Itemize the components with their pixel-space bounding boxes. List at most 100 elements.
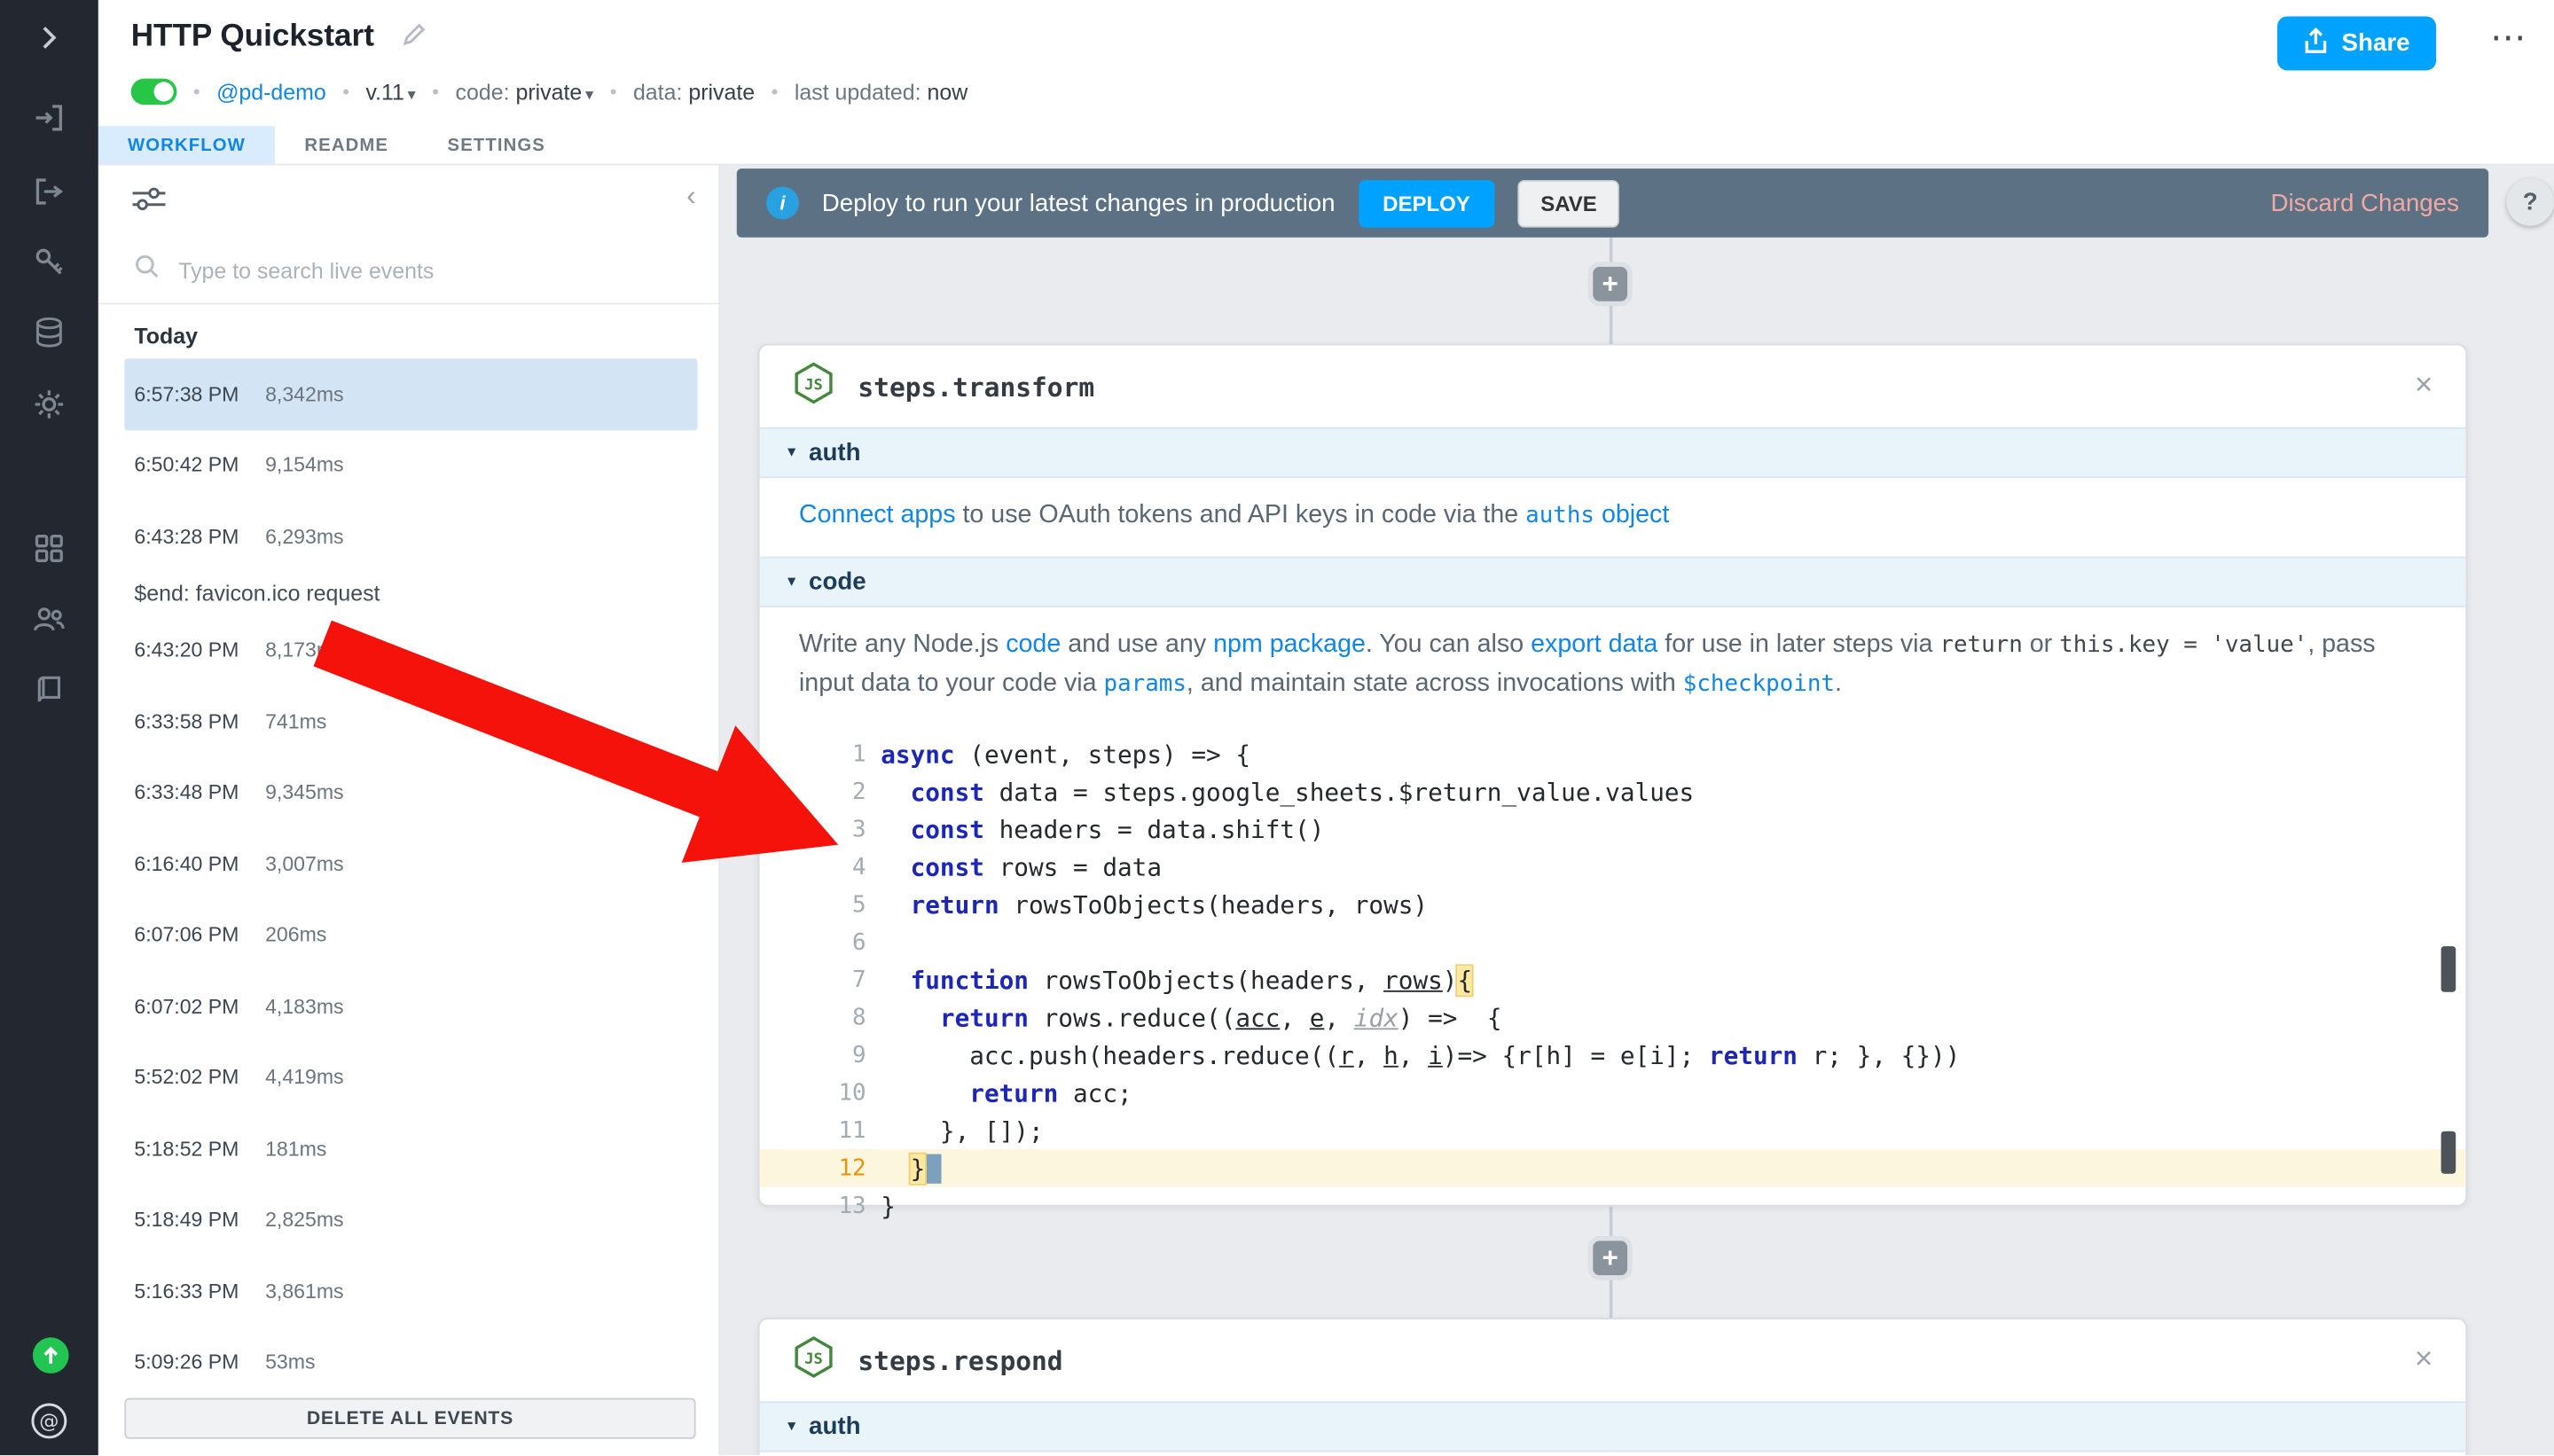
code-line[interactable]: 4 const rows = data <box>760 848 2466 885</box>
owner-link[interactable]: @pd-demo <box>216 80 326 105</box>
account-at-icon[interactable]: @ <box>31 1403 67 1439</box>
editor-scrollbar-thumb[interactable] <box>2441 1131 2456 1174</box>
line-number: 13 <box>760 1193 866 1219</box>
auth-section-header[interactable]: ▾ auth <box>760 427 2466 478</box>
event-duration: 9,345ms <box>265 781 344 804</box>
code-line[interactable]: 11 }, []); <box>760 1112 2466 1149</box>
filter-icon[interactable] <box>131 185 168 223</box>
inline-link[interactable]: npm package <box>1213 630 1366 658</box>
code-line[interactable]: 9 acc.push(headers.reduce((r, h, i)=> {r… <box>760 1037 2466 1074</box>
event-row[interactable]: 6:07:02 PM4,183ms <box>124 971 697 1042</box>
inline-link[interactable]: object <box>1594 501 1669 528</box>
text-segment: or <box>2023 630 2059 658</box>
inline-link[interactable]: export data <box>1531 630 1657 658</box>
code-editor[interactable]: 1async (event, steps) => {2 const data =… <box>760 725 2466 1238</box>
event-sources-icon[interactable] <box>31 174 67 210</box>
workflow-active-toggle[interactable] <box>131 79 177 106</box>
event-row[interactable]: 6:33:58 PM741ms <box>124 686 697 757</box>
inline-link[interactable]: auths <box>1525 503 1594 529</box>
top-header: HTTP Quickstart • @pd-demo • v.11▾ • cod… <box>98 0 2554 165</box>
more-menu-button[interactable]: ⋯ <box>2490 16 2527 59</box>
code-line[interactable]: 10 return acc; <box>760 1074 2466 1111</box>
version-dropdown[interactable]: v.11▾ <box>365 80 415 105</box>
meta-row: • @pd-demo • v.11▾ • code: private▾ • da… <box>131 79 968 106</box>
tab-readme[interactable]: README <box>275 126 418 163</box>
event-time: 6:16:40 PM <box>134 852 265 875</box>
search-input[interactable] <box>176 256 693 284</box>
event-row[interactable]: 6:57:38 PM8,342ms <box>124 358 697 429</box>
deploy-button[interactable]: DEPLOY <box>1358 179 1494 227</box>
code-line[interactable]: 5 return rowsToObjects(headers, rows) <box>760 886 2466 923</box>
event-row[interactable]: 5:09:26 PM53ms <box>124 1327 697 1385</box>
code-line[interactable]: 8 return rows.reduce((acc, e, idx) => { <box>760 998 2466 1036</box>
workflows-icon[interactable] <box>31 100 67 137</box>
event-row[interactable]: 5:18:52 PM181ms <box>124 1113 697 1184</box>
caret-down-icon: ▾ <box>787 1418 795 1436</box>
event-row[interactable]: 6:07:06 PM206ms <box>124 899 697 970</box>
teams-icon[interactable] <box>31 601 67 638</box>
editor-scrollbar-thumb[interactable] <box>2441 946 2456 992</box>
collapse-panel-icon[interactable]: ‹ <box>686 180 695 213</box>
event-row[interactable]: 6:16:40 PM3,007ms <box>124 828 697 899</box>
code-visibility-dropdown[interactable]: code: private▾ <box>456 80 594 105</box>
discard-changes-link[interactable]: Discard Changes <box>2271 189 2459 216</box>
event-time: 5:16:33 PM <box>134 1280 265 1303</box>
search-icon <box>134 254 159 286</box>
code-line[interactable]: 3 const headers = data.shift() <box>760 810 2466 848</box>
code-line[interactable]: 6 <box>760 923 2466 960</box>
status-up-icon[interactable] <box>31 1335 70 1374</box>
event-row[interactable]: 6:33:48 PM9,345ms <box>124 757 697 828</box>
svg-text:JS: JS <box>804 1350 823 1367</box>
event-row[interactable]: 5:16:33 PM3,861ms <box>124 1256 697 1327</box>
event-duration: 53ms <box>265 1351 315 1374</box>
separator-dot: • <box>610 80 617 103</box>
event-search-row <box>98 238 719 305</box>
code-line[interactable]: 12 } <box>760 1149 2466 1186</box>
event-time: 5:18:52 PM <box>134 1138 265 1161</box>
code-line[interactable]: 2 const data = steps.google_sheets.$retu… <box>760 772 2466 810</box>
code-line[interactable]: 13} <box>760 1186 2466 1224</box>
add-step-button-bottom[interactable]: + <box>1588 1236 1633 1280</box>
auth-section-header[interactable]: ▾ auth <box>760 1401 2466 1452</box>
inline-link[interactable]: params <box>1104 671 1187 698</box>
last-updated: last updated: now <box>795 80 968 105</box>
tab-workflow[interactable]: WORKFLOW <box>98 126 275 163</box>
apps-grid-icon[interactable] <box>31 530 67 567</box>
close-icon[interactable]: × <box>2415 368 2433 404</box>
code-line[interactable]: 1async (event, steps) => { <box>760 735 2466 772</box>
help-button[interactable]: ? <box>2506 178 2554 226</box>
tab-settings[interactable]: SETTINGS <box>418 126 575 163</box>
inline-link[interactable]: code <box>1006 630 1061 658</box>
add-step-button-top[interactable]: + <box>1588 262 1633 306</box>
expand-sidebar-icon[interactable] <box>31 20 67 56</box>
event-duration: 206ms <box>265 924 326 947</box>
code-text: } <box>866 1191 896 1220</box>
event-row[interactable]: 6:50:42 PM9,154ms <box>124 430 697 501</box>
delete-all-events-button[interactable]: DELETE ALL EVENTS <box>124 1398 695 1439</box>
share-button[interactable]: Share <box>2278 16 2437 70</box>
code-line[interactable]: 7 function rowsToObjects(headers, rows){ <box>760 961 2466 998</box>
data-stores-icon[interactable] <box>31 314 67 350</box>
text-segment: . <box>1835 669 1842 697</box>
separator-dot: • <box>772 80 779 103</box>
event-time: 6:07:06 PM <box>134 924 265 947</box>
code-section-header[interactable]: ▾ code <box>760 557 2466 607</box>
api-keys-icon[interactable] <box>31 244 67 280</box>
event-duration: 8,173ms <box>265 638 344 661</box>
event-row[interactable]: 6:43:20 PM8,173ms <box>124 614 697 685</box>
code-text: async (event, steps) => { <box>866 740 1250 769</box>
chevron-down-icon: ▾ <box>585 86 593 104</box>
event-row[interactable]: 5:52:02 PM4,419ms <box>124 1042 697 1113</box>
text-segment: to use OAuth tokens and API keys in code… <box>956 501 1526 528</box>
inline-link[interactable]: $checkpoint <box>1683 671 1835 698</box>
event-row[interactable]: 5:18:49 PM2,825ms <box>124 1185 697 1256</box>
step-card-header: JS steps.transform × <box>760 346 2466 427</box>
docs-book-icon[interactable] <box>31 673 67 709</box>
settings-gear-icon[interactable] <box>31 387 67 423</box>
line-number: 2 <box>760 779 866 805</box>
edit-title-icon[interactable] <box>400 20 427 55</box>
event-row[interactable]: 6:43:28 PM6,293ms <box>124 501 697 572</box>
close-icon[interactable]: × <box>2415 1342 2433 1379</box>
save-button[interactable]: SAVE <box>1517 179 1619 227</box>
inline-link[interactable]: Connect apps <box>799 501 956 528</box>
